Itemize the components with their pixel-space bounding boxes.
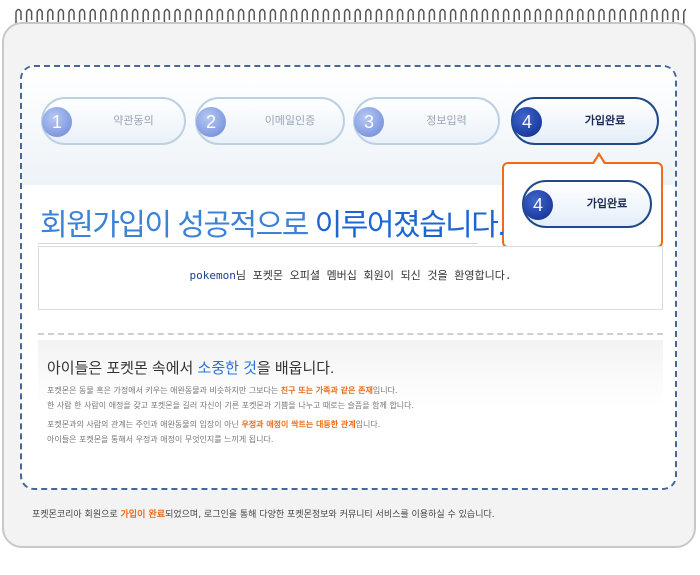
- paragraph-2: 한 사람 한 사람이 애정을 갖고 포켓몬을 길러 자신이 기른 포켓몬과 기쁨…: [47, 399, 414, 412]
- paragraph-1: 포켓몬은 동물 혹은 가정에서 키우는 애완동물과 비슷하지만 그보다는 친구 …: [47, 384, 398, 397]
- section-heading-highlight: 소중한 것: [197, 360, 257, 377]
- success-underline: [38, 243, 478, 244]
- paragraph-3-after: 입니다.: [355, 420, 381, 429]
- step-1-terms: 1 약관동의: [41, 97, 186, 145]
- callout-arrow-inner: [594, 156, 604, 164]
- step-3-info: 3 정보입력: [353, 97, 500, 145]
- section-heading: 아이들은 포켓몬 속에서 소중한 것을 배웁니다.: [47, 357, 334, 378]
- callout-step-label: 가입완료: [586, 197, 628, 210]
- step-3-label: 정보입력: [426, 114, 467, 127]
- step-4-number: 4: [512, 107, 542, 137]
- paragraph-3-highlight: 우정과 애정이 싹트는 대등한 관계: [241, 420, 356, 429]
- step-2-label: 이메일인증: [264, 114, 316, 127]
- step-3-number: 3: [354, 107, 384, 137]
- footer-note: 포켓몬코리아 회원으로 가입이 완료되었으며, 로그인을 통해 다양한 포켓몬정…: [32, 507, 495, 520]
- step-2-email: 2 이메일인증: [195, 97, 345, 145]
- current-step-callout: 4 가입완료: [502, 162, 663, 248]
- paragraph-3: 포켓몬과의 사람의 관계는 주인과 애완동물의 입장이 아닌 우정과 애정이 싹…: [47, 418, 380, 431]
- welcome-username: pokemon: [189, 269, 236, 282]
- footer-text: 포켓몬코리아 회원으로: [32, 510, 121, 520]
- callout-step-complete: 4 가입완료: [522, 180, 652, 228]
- success-title: 회원가입이 성공적으로 이루어졌습니다.: [40, 200, 506, 244]
- paragraph-1-after: 입니다.: [372, 386, 398, 395]
- paragraph-1-text: 포켓몬은 동물 혹은 가정에서 키우는 애완동물과 비슷하지만 그보다는: [47, 386, 281, 395]
- paragraph-3-text: 포켓몬과의 사람의 관계는 주인과 애완동물의 입장이 아닌: [47, 420, 242, 429]
- step-4-complete: 4 가입완료: [511, 97, 659, 145]
- step-1-number: 1: [42, 107, 72, 137]
- welcome-message-box: pokemon님 포켓몬 오피셜 멤버십 회원이 되신 것을 환영합니다.: [38, 246, 663, 310]
- callout-step-number: 4: [523, 190, 553, 220]
- section-heading-prefix: 아이들은 포켓몬 속에서: [47, 360, 198, 377]
- footer-highlight: 가입이 완료: [120, 510, 166, 520]
- footer-after: 되었으며, 로그인을 통해 다양한 포켓몬정보와 커뮤니티 서비스를 이용하실 …: [165, 510, 495, 520]
- paragraph-4-text: 아이들은 포켓몬을 통해서 우정과 애정이 무엇인지를 느끼게 됩니다.: [47, 435, 274, 444]
- success-title-prefix: 회원가입이 성공적으로: [40, 209, 315, 242]
- step-1-label: 약관동의: [113, 114, 154, 127]
- step-2-number: 2: [196, 107, 226, 137]
- section-heading-suffix: 을 배웁니다.: [256, 360, 335, 377]
- paragraph-1-highlight: 친구 또는 가족과 같은 존재: [280, 386, 373, 395]
- paragraph-4: 아이들은 포켓몬을 통해서 우정과 애정이 무엇인지를 느끼게 됩니다.: [47, 433, 273, 446]
- paragraph-2-text: 한 사람 한 사람이 애정을 갖고 포켓몬을 길러 자신이 기른 포켓몬과 기쁨…: [47, 401, 415, 410]
- step-4-label: 가입완료: [584, 114, 626, 127]
- success-title-highlight: 이루어졌습니다.: [314, 209, 506, 242]
- section-divider: [38, 333, 663, 335]
- welcome-message: 님 포켓몬 오피셜 멤버십 회원이 되신 것을 환영합니다.: [235, 269, 512, 282]
